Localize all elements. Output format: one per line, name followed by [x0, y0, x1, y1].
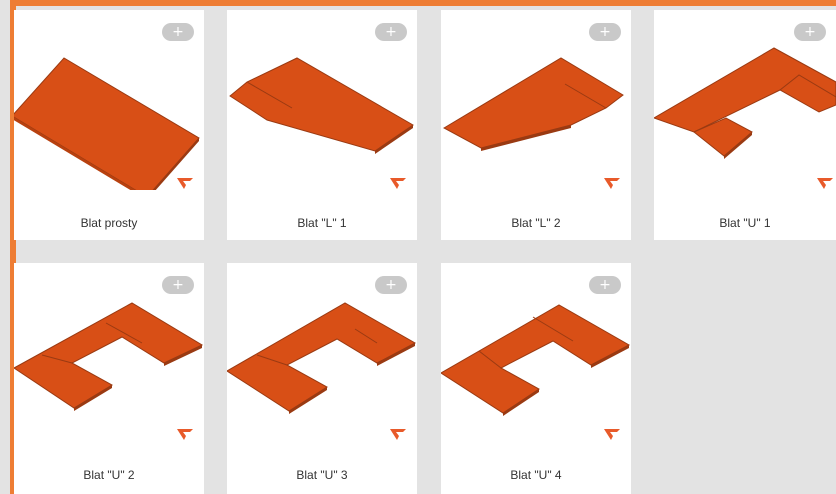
- brand-v-logo-icon: [390, 429, 406, 443]
- selection-frame-top: [10, 0, 836, 6]
- worktop-straight-thumbnail: [14, 57, 200, 190]
- worktop-u1-thumbnail: [654, 47, 836, 159]
- brand-v-logo-icon: [177, 429, 193, 443]
- worktop-card-straight[interactable]: + Blat prosty: [14, 10, 204, 240]
- worktop-card-l2[interactable]: + Blat "L" 2: [441, 10, 631, 240]
- worktop-card-u3[interactable]: + Blat "U" 3: [227, 263, 417, 494]
- worktop-u4-thumbnail: [441, 304, 631, 416]
- brand-v-logo-icon: [604, 429, 620, 443]
- card-label: Blat "U" 1: [719, 216, 771, 230]
- card-label: Blat prosty: [80, 216, 138, 230]
- worktop-card-l1[interactable]: + Blat "L" 1: [227, 10, 417, 240]
- worktop-card-u2[interactable]: + Blat "U" 2: [14, 263, 204, 494]
- add-button[interactable]: +: [375, 23, 407, 41]
- worktop-u2-thumbnail: [14, 302, 204, 411]
- card-label: Blat "U" 3: [296, 468, 348, 482]
- brand-v-logo-icon: [817, 178, 833, 192]
- worktop-u3-thumbnail: [227, 302, 417, 414]
- add-button[interactable]: +: [794, 23, 826, 41]
- card-label: Blat "U" 4: [510, 468, 562, 482]
- add-button[interactable]: +: [162, 23, 194, 41]
- worktop-l2-thumbnail: [442, 57, 624, 151]
- add-button[interactable]: +: [375, 276, 407, 294]
- brand-v-logo-icon: [390, 178, 406, 192]
- card-label: Blat "L" 2: [511, 216, 561, 230]
- worktop-card-u1[interactable]: + Blat "U" 1: [654, 10, 836, 240]
- add-button[interactable]: +: [589, 23, 621, 41]
- brand-v-logo-icon: [177, 178, 193, 192]
- card-label: Blat "L" 1: [297, 216, 347, 230]
- add-button[interactable]: +: [589, 276, 621, 294]
- add-button[interactable]: +: [162, 276, 194, 294]
- card-label: Blat "U" 2: [83, 468, 135, 482]
- brand-v-logo-icon: [604, 178, 620, 192]
- worktop-l1-thumbnail: [229, 57, 414, 154]
- worktop-card-u4[interactable]: + Blat "U" 4: [441, 263, 631, 494]
